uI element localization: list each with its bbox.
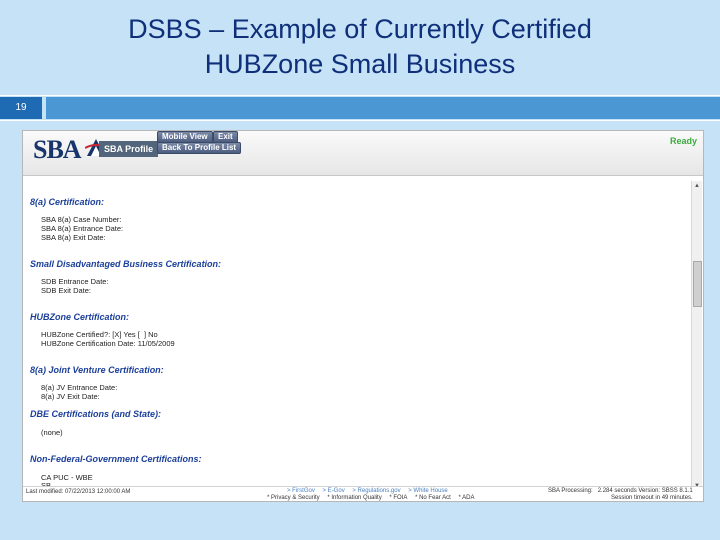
field-8a-exit-date: SBA 8(a) Exit Date: [41,233,106,242]
footer-link-ada[interactable]: * ADA [458,495,474,501]
section-title-sdb: Small Disadvantaged Business Certificati… [30,259,222,269]
sba-logo: SBA [33,135,107,164]
footer-links: > FirstGov > E-Gov > Regulations.gov > W… [287,488,454,494]
sba-profile-label: SBA Profile [99,141,159,157]
ready-status: Ready [669,136,697,146]
slide-title-line-1: DSBS – Example of Currently Certified [128,14,592,44]
back-to-profile-list-button[interactable]: Back To Profile List [157,142,242,154]
vertical-scrollbar[interactable]: ▲ ▼ [691,181,702,491]
field-dbe-none: (none) [41,428,63,437]
field-8a-jv-entrance-date: 8(a) JV Entrance Date: [41,383,118,392]
scroll-up-icon[interactable]: ▲ [693,182,701,190]
field-sdb-exit-date: SDB Exit Date: [41,286,92,295]
footer-link-egov[interactable]: > E-Gov [323,488,345,494]
section-title-non-federal: Non-Federal-Government Certifications: [30,454,202,464]
slide-title: DSBS – Example of Currently Certified HU… [0,12,720,82]
processing-info: SBA Processing: 2.284 seconds Version: S… [548,488,693,494]
footer-link-no-fear[interactable]: * No Fear Act [415,495,451,501]
field-8a-entrance-date: SBA 8(a) Entrance Date: [41,224,124,233]
app-footer: Last modified: 07/22/2013 12:00:00 AM > … [23,486,703,501]
slide-number: 19 [0,97,42,119]
footer-link-foia[interactable]: * FOIA [389,495,407,501]
section-title-dbe: DBE Certifications (and State): [30,409,162,419]
scrollbar-thumb[interactable] [693,261,702,307]
divider [0,120,720,121]
footer-link-privacy[interactable]: * Privacy & Security [267,495,320,501]
divider [0,95,720,96]
field-8a-case-number: SBA 8(a) Case Number: [41,215,122,224]
footer-policy-links: * Privacy & Security * Information Quali… [267,495,480,501]
section-title-hubzone: HUBZone Certification: [30,312,129,322]
footer-link-regulations[interactable]: > Regulations.gov [352,488,400,494]
section-title-8a-jv: 8(a) Joint Venture Certification: [30,365,164,375]
footer-link-firstgov[interactable]: > FirstGov [287,488,315,494]
footer-link-info-quality[interactable]: * Information Quality [327,495,381,501]
last-modified: Last modified: 07/22/2013 12:00:00 AM [26,489,131,495]
app-header: SBA SBA Profile Mobile View Exit Back To… [23,131,703,176]
slide-title-line-2: HUBZone Small Business [204,49,516,79]
field-hubzone-cert-date: HUBZone Certification Date: 11/05/2009 [41,339,175,348]
app-screenshot: SBA SBA Profile Mobile View Exit Back To… [22,130,704,502]
slide-accent-bar [46,97,720,119]
footer-link-white-house[interactable]: > White House [408,488,448,494]
profile-content: 8(a) Certification: SBA 8(a) Case Number… [23,181,691,490]
session-timeout: Session timeout in 49 minutes. [611,495,693,501]
field-8a-jv-exit-date: 8(a) JV Exit Date: [41,392,100,401]
section-title-8a: 8(a) Certification: [30,197,105,207]
sba-logo-text: SBA [33,135,82,164]
field-sdb-entrance-date: SDB Entrance Date: [41,277,109,286]
field-hubzone-certified: HUBZone Certified?: [X] Yes [ ] No [41,330,158,339]
